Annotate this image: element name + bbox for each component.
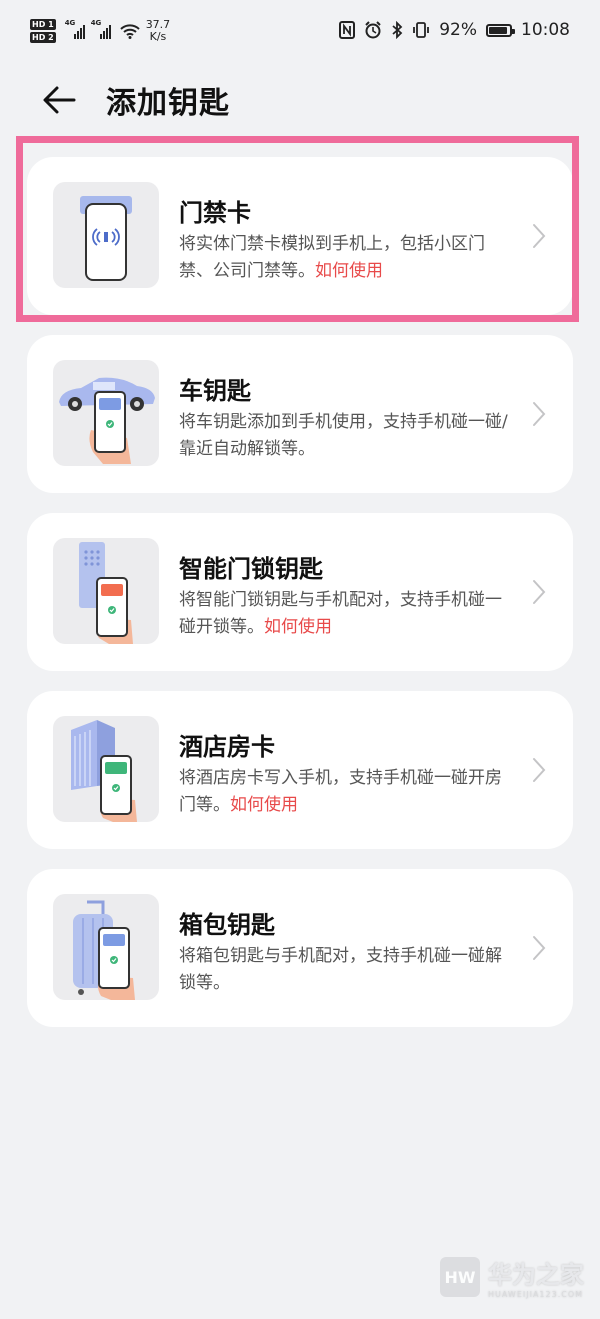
hd2-label: HD 2 [30,32,56,43]
watermark-text: 华为之家 HUAWEIJIA123.COM [488,1255,584,1299]
watermark-name: 华为之家 [488,1261,584,1289]
card-description: 将酒店房卡写入手机，支持手机碰一碰开房门等。如何使用 [179,765,511,819]
chevron-right-icon [533,758,546,782]
card-title: 车钥匙 [179,377,251,405]
clock: 10:08 [521,20,570,40]
chevron-right-icon [533,580,546,604]
how-to-use-link[interactable]: 如何使用 [230,795,298,815]
status-left: HD 1 HD 2 4G 4G 37.7 K/s [30,14,170,48]
back-arrow-icon [43,86,76,114]
chevron-right-icon [533,224,546,248]
card-title: 智能门锁钥匙 [179,555,323,583]
watermark: HW 华为之家 HUAWEIJIA123.COM [440,1255,584,1299]
battery-icon [486,23,515,37]
nfc-icon [339,21,356,39]
card-description: 将智能门锁钥匙与手机配对，支持手机碰一碰开锁等。如何使用 [179,587,511,641]
status-bar: HD 1 HD 2 4G 4G 37.7 K/s 92% 10:08 [0,0,600,60]
network-type-label: 4G [64,19,76,27]
card-title: 箱包钥匙 [179,911,275,939]
hotel-room-card-item[interactable]: 酒店房卡 将酒店房卡写入手机，支持手机碰一碰开房门等。如何使用 [27,691,573,849]
wifi-icon [119,24,140,39]
smart-lock-key-item[interactable]: 智能门锁钥匙 将智能门锁钥匙与手机配对，支持手机碰一碰开锁等。如何使用 [27,513,573,671]
network-speed: 37.7 K/s [146,19,171,43]
card-description-text: 将箱包钥匙与手机配对，支持手机碰一碰解锁等。 [179,946,502,993]
watermark-logo: HW [440,1257,480,1297]
signal-icon: 4G [65,19,86,39]
page-title: 添加钥匙 [106,86,230,121]
card-description-text: 将智能门锁钥匙与手机配对，支持手机碰一碰开锁等。 [179,590,502,637]
watermark-url: HUAWEIJIA123.COM [488,1290,584,1299]
status-right: 92% 10:08 [339,16,570,44]
chevron-right-icon [533,402,546,426]
header: 添加钥匙 [0,72,600,128]
back-button[interactable] [40,80,80,120]
how-to-use-link[interactable]: 如何使用 [315,261,383,281]
hd1-label: HD 1 [30,19,56,30]
network-type-label-2: 4G [90,19,102,27]
bluetooth-icon [392,21,403,39]
smart-lock-illustration [53,538,159,644]
hd-icon: HD 1 HD 2 [30,19,56,43]
chevron-right-icon [533,936,546,960]
battery-percent: 92% [439,20,477,40]
alarm-icon [365,21,381,39]
hotel-card-illustration [53,716,159,822]
card-description: 将车钥匙添加到手机使用，支持手机碰一碰/靠近自动解锁等。 [179,409,511,463]
access-card-illustration [53,182,159,288]
card-description: 将实体门禁卡模拟到手机上，包括小区门禁、公司门禁等。如何使用 [179,231,511,285]
how-to-use-link[interactable]: 如何使用 [264,617,332,637]
card-title: 门禁卡 [179,199,251,227]
access-card-item[interactable]: 门禁卡 将实体门禁卡模拟到手机上，包括小区门禁、公司门禁等。如何使用 [27,157,573,315]
signal-icon-2: 4G [91,19,114,39]
car-key-illustration [53,360,159,466]
luggage-key-illustration [53,894,159,1000]
card-description-text: 将酒店房卡写入手机，支持手机碰一碰开房门等。 [179,768,502,815]
card-description-text: 将车钥匙添加到手机使用，支持手机碰一碰/靠近自动解锁等。 [179,412,508,459]
luggage-key-item[interactable]: 箱包钥匙 将箱包钥匙与手机配对，支持手机碰一碰解锁等。 [27,869,573,1027]
vibrate-icon [413,22,430,38]
card-description: 将箱包钥匙与手机配对，支持手机碰一碰解锁等。 [179,943,511,997]
card-title: 酒店房卡 [179,733,275,761]
car-key-item[interactable]: 车钥匙 将车钥匙添加到手机使用，支持手机碰一碰/靠近自动解锁等。 [27,335,573,493]
speed-unit: K/s [149,30,167,43]
add-key-screen: HD 1 HD 2 4G 4G 37.7 K/s 92% 10:08 添加钥匙 … [0,0,600,1319]
